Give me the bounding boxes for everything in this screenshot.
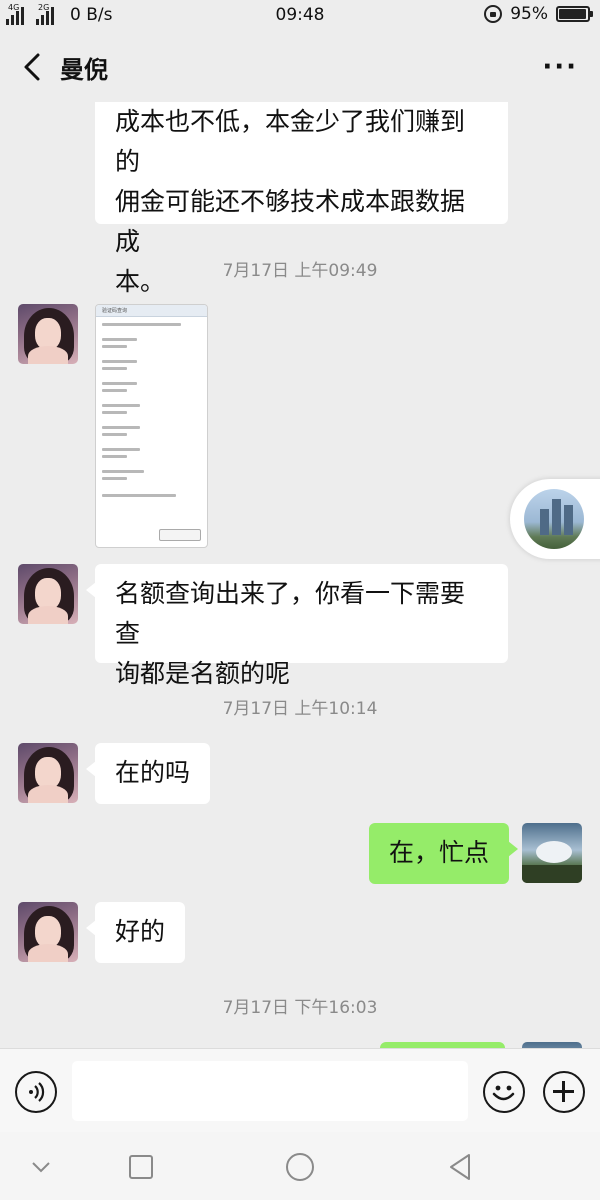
chat-title: 曼倪 [60, 56, 108, 84]
recents-square-icon[interactable] [124, 1150, 158, 1184]
chevron-down-icon[interactable] [24, 1150, 58, 1184]
message-text-line: 佣金可能还不够技术成本跟数据成 [115, 187, 466, 256]
image-header: 验证码查询 [96, 305, 207, 317]
avatar[interactable] [18, 304, 78, 364]
more-functions-button[interactable] [543, 1071, 585, 1113]
status-right: 95% [484, 4, 593, 24]
my-message-bubble[interactable]: 在，忙点 [369, 823, 519, 884]
chevron-left-icon [24, 53, 40, 81]
message-text-line: 成本也不低，本金少了我们赚到的 [115, 107, 466, 176]
emoji-button[interactable] [483, 1071, 525, 1113]
battery-icon [556, 6, 593, 22]
avatar[interactable] [18, 902, 78, 962]
message-text-line: 名额查询出来了，你看一下需要查 [115, 579, 466, 648]
back-triangle-icon[interactable] [443, 1150, 477, 1184]
message-bubble[interactable]: 好的 [85, 902, 186, 963]
image-content [96, 317, 207, 507]
system-nav-bar [0, 1132, 600, 1200]
message-bubble[interactable]: 名额查询出来了，你看一下需要查 询都是名额的呢 [86, 564, 508, 688]
chat-header: 曼倪 ··· [0, 32, 600, 102]
timestamp: 7月17日 上午10:14 [222, 699, 378, 719]
emoji-icon [492, 1085, 515, 1101]
status-bar: 4G 2G 0 B/s 09:48 95% [0, 0, 600, 32]
voice-button[interactable] [15, 1071, 57, 1113]
home-circle-icon[interactable] [283, 1150, 317, 1184]
image-ok-button [159, 529, 201, 541]
message-list[interactable]: 成本也不低，本金少了我们赚到的 佣金可能还不够技术成本跟数据成 本。 7月17日… [0, 102, 600, 1048]
floating-window-thumbnail [524, 489, 584, 549]
image-message[interactable]: 验证码查询 [95, 304, 208, 548]
back-button[interactable] [18, 50, 48, 84]
message-bubble[interactable]: 成本也不低，本金少了我们赚到的 佣金可能还不够技术成本跟数据成 本。 [95, 102, 508, 296]
avatar[interactable] [18, 564, 78, 624]
rotation-lock-icon [484, 5, 503, 23]
message-text: 在，忙点 [389, 838, 490, 867]
timestamp: 7月17日 上午09:49 [222, 261, 378, 281]
message-text-line: 询都是名额的呢 [115, 659, 291, 688]
timestamp: 7月17日 下午16:03 [222, 998, 378, 1018]
voice-icon [29, 1082, 45, 1102]
input-bar [0, 1048, 600, 1132]
more-options-button[interactable]: ··· [542, 52, 578, 82]
message-text: 在的吗 [115, 758, 191, 787]
message-text: 好的 [115, 917, 166, 946]
battery-percent: 95% [510, 4, 548, 24]
avatar[interactable] [18, 743, 78, 803]
message-bubble[interactable]: 在的吗 [85, 743, 211, 804]
my-avatar[interactable] [522, 823, 582, 883]
floating-window-button[interactable] [510, 479, 600, 559]
message-input[interactable] [72, 1061, 468, 1121]
